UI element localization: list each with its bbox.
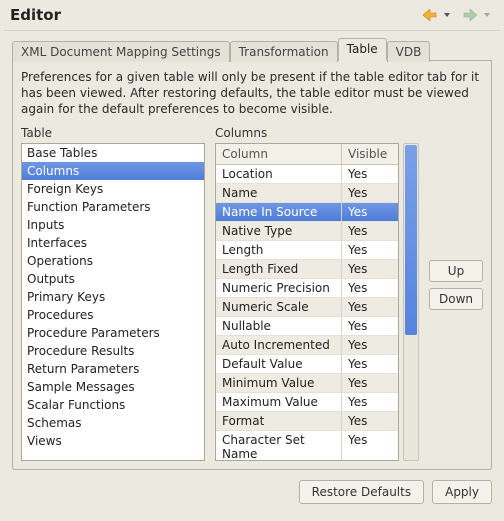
list-item[interactable]: Views [22,432,204,450]
cell-column: Numeric Precision [216,279,342,297]
list-item[interactable]: Schemas [22,414,204,432]
table-row[interactable]: Minimum ValueYes [216,374,398,393]
cell-visible: Yes [342,317,398,335]
table-row[interactable]: Character Set NameYes [216,431,398,460]
list-item[interactable]: Columns [22,162,204,180]
nav-back-dropdown[interactable] [440,9,454,21]
columns-grid[interactable]: Column Visible LocationYesNameYesName In… [215,143,399,461]
cell-column: Nullable [216,317,342,335]
restore-defaults-button[interactable]: Restore Defaults [299,480,424,504]
chevron-down-icon [483,11,491,19]
cell-visible: Yes [342,355,398,373]
list-item[interactable]: Function Parameters [22,198,204,216]
table-row[interactable]: Native TypeYes [216,222,398,241]
cell-visible: Yes [342,241,398,259]
list-item[interactable]: Return Parameters [22,360,204,378]
cell-visible: Yes [342,279,398,297]
table-row[interactable]: NullableYes [216,317,398,336]
table-list[interactable]: Base TablesColumnsForeign KeysFunction P… [21,143,205,461]
cell-visible: Yes [342,165,398,183]
table-row[interactable]: FormatYes [216,412,398,431]
down-button[interactable]: Down [429,288,483,310]
table-row[interactable]: NameYes [216,184,398,203]
list-item[interactable]: Inputs [22,216,204,234]
cell-visible: Yes [342,203,398,221]
cell-visible: Yes [342,393,398,411]
cell-visible: Yes [342,184,398,202]
table-row[interactable]: Numeric ScaleYes [216,298,398,317]
grid-header-visible[interactable]: Visible [342,144,398,164]
cell-visible: Yes [342,222,398,240]
list-item[interactable]: Procedures [22,306,204,324]
cell-column: Format [216,412,342,430]
cell-column: Length Fixed [216,260,342,278]
grid-header-column[interactable]: Column [216,144,342,164]
cell-column: Numeric Scale [216,298,342,316]
table-row[interactable]: Default ValueYes [216,355,398,374]
tab-transformation[interactable]: Transformation [230,41,338,62]
list-item[interactable]: Sample Messages [22,378,204,396]
scrollbar-thumb[interactable] [405,145,417,335]
nav-back-button[interactable] [420,7,440,23]
arrow-left-icon [423,9,437,21]
columns-grid-label: Columns [215,126,419,140]
description-text: Preferences for a given table will only … [21,69,483,118]
list-item[interactable]: Foreign Keys [22,180,204,198]
cell-visible: Yes [342,298,398,316]
up-button[interactable]: Up [429,260,483,282]
table-row[interactable]: LengthYes [216,241,398,260]
cell-column: Native Type [216,222,342,240]
cell-column: Name In Source [216,203,342,221]
cell-visible: Yes [342,374,398,392]
table-row[interactable]: Name In SourceYes [216,203,398,222]
table-row[interactable]: Maximum ValueYes [216,393,398,412]
table-row[interactable]: LocationYes [216,165,398,184]
tab-xml-document-mapping-settings[interactable]: XML Document Mapping Settings [12,41,230,62]
tab-strip: XML Document Mapping SettingsTransformat… [0,39,504,61]
list-item[interactable]: Procedure Parameters [22,324,204,342]
table-row[interactable]: Auto IncrementedYes [216,336,398,355]
table-row[interactable]: Numeric PrecisionYes [216,279,398,298]
tab-vdb[interactable]: VDB [387,41,431,62]
cell-visible: Yes [342,412,398,430]
cell-column: Location [216,165,342,183]
cell-column: Length [216,241,342,259]
cell-visible: Yes [342,431,398,460]
list-item[interactable]: Interfaces [22,234,204,252]
list-item[interactable]: Base Tables [22,144,204,162]
cell-column: Auto Incremented [216,336,342,354]
tab-pane-table: Preferences for a given table will only … [12,61,492,470]
cell-column: Default Value [216,355,342,373]
grid-scrollbar[interactable] [403,143,419,461]
list-item[interactable]: Operations [22,252,204,270]
list-item[interactable]: Scalar Functions [22,396,204,414]
list-item[interactable]: Outputs [22,270,204,288]
cell-column: Name [216,184,342,202]
list-item[interactable]: Primary Keys [22,288,204,306]
cell-column: Minimum Value [216,374,342,392]
cell-column: Maximum Value [216,393,342,411]
cell-visible: Yes [342,260,398,278]
header-divider [4,30,500,31]
cell-visible: Yes [342,336,398,354]
grid-header: Column Visible [216,144,398,165]
table-list-label: Table [21,126,205,140]
tab-table[interactable]: Table [338,38,387,61]
arrow-right-icon [463,9,477,21]
list-item[interactable]: Procedure Results [22,342,204,360]
nav-forward-button[interactable] [460,7,480,23]
page-title: Editor [10,6,420,24]
cell-column: Character Set Name [216,431,342,460]
apply-button[interactable]: Apply [432,480,492,504]
table-row[interactable]: Length FixedYes [216,260,398,279]
chevron-down-icon [443,11,451,19]
nav-forward-dropdown[interactable] [480,9,494,21]
